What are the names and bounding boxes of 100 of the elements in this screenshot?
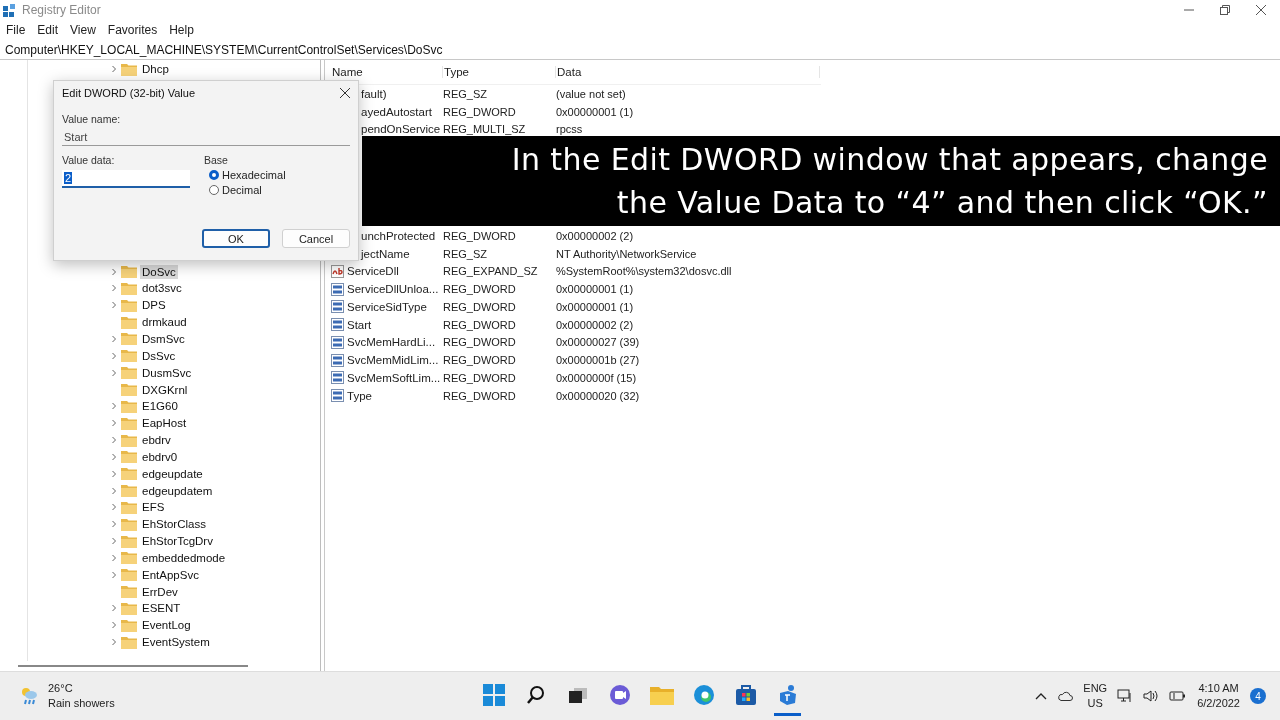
binary-value-icon [331,335,344,349]
language[interactable]: ENG [1083,681,1108,696]
registry-icon [3,3,16,17]
menu-item[interactable]: View [70,23,96,37]
close-icon[interactable] [1256,5,1266,15]
column-header[interactable]: Name [331,66,443,78]
chevron-icon[interactable] [110,65,118,74]
tree-item[interactable]: DusmSvc [140,365,194,380]
weather-text: Rain showers [48,696,115,711]
tree-item[interactable]: DoSvc [140,264,178,279]
value-data: 0x00000002 (2) [556,229,635,242]
group-label: Base [204,154,229,166]
tree-item[interactable]: edgeupdate [140,466,205,481]
cloud-icon[interactable] [1057,691,1074,701]
folder-icon [121,383,137,396]
tree-item[interactable]: EventLog [140,618,193,633]
tree-item[interactable]: edgeupdatem [140,483,215,498]
tree-item[interactable]: EhStorTcgDrv [140,534,215,549]
dialog-title: Edit DWORD (32-bit) Value [62,87,196,99]
value-name[interactable]: SvcMemHardLi... [331,335,443,349]
value-type: REG_DWORD [443,283,517,296]
tree-item[interactable]: ESENT [140,601,183,616]
chevron-icon[interactable] [110,368,118,377]
value-data: 0x0000000f (15) [556,371,638,384]
tree-item[interactable]: EFS [140,500,167,515]
value-name[interactable]: ServiceDllUnloa... [331,282,443,296]
chevron-icon[interactable] [110,301,118,310]
tree-item[interactable]: DPS [140,298,168,313]
chevron-icon[interactable] [110,402,118,411]
clock-date[interactable]: 6/2/2022 [1197,696,1240,711]
value-name[interactable]: Type [331,389,443,403]
tree-item[interactable]: DsSvc [140,348,178,363]
column-header[interactable]: Type [443,66,556,78]
chevron-icon[interactable] [110,351,118,360]
chevron-icon[interactable] [110,486,118,495]
radio-button[interactable] [209,170,219,180]
value-name[interactable]: ServiceSidType [331,300,443,314]
tree-item[interactable]: DsmSvc [140,332,187,346]
value-name[interactable]: SvcMemMidLim... [331,353,443,367]
tree-item[interactable]: EapHost [140,416,189,431]
binary-value-icon [331,353,344,367]
column-header[interactable]: Data [556,66,820,78]
menu-item[interactable]: File [6,23,26,37]
chevron-icon[interactable] [110,335,118,343]
chevron-icon[interactable] [110,621,118,630]
tree-item[interactable]: E1G60 [140,399,180,414]
chevron-icon[interactable] [110,469,118,478]
notification-badge[interactable]: 4 [1250,688,1266,704]
close-icon[interactable] [340,88,350,98]
cancel-button[interactable]: Cancel [282,229,350,248]
chevron-icon[interactable] [110,436,118,445]
chevron-up-icon[interactable] [1035,692,1048,700]
clock-time[interactable]: 4:10 AM [1198,681,1239,696]
tree-item[interactable]: drmkaud [140,315,189,330]
ok-button[interactable]: OK [202,229,270,248]
value-data: (value not set) [556,87,627,100]
chevron-icon[interactable] [110,570,118,579]
value-data-field[interactable]: 2 [62,170,190,188]
menu-item[interactable]: Edit [37,23,59,37]
tree-item[interactable]: ebdrv [140,433,173,448]
tree-item[interactable]: EhStorClass [140,517,208,532]
value-data: 0x0000001b (27) [556,354,641,367]
chevron-icon[interactable] [110,419,118,428]
volume-icon[interactable] [1143,689,1160,703]
chevron-icon[interactable] [110,604,118,613]
tree-item[interactable]: EntAppSvc [140,567,201,582]
value-name[interactable]: SvcMemSoftLim... [331,371,443,385]
tree-item[interactable]: DXGKrnl [140,382,190,397]
value-type: REG_EXPAND_SZ [443,265,539,278]
chevron-icon[interactable] [110,284,118,293]
field-label: Value name: [62,113,122,125]
menu-item[interactable]: Help [169,23,194,37]
chevron-icon[interactable] [110,267,118,276]
region[interactable]: US [1087,696,1103,711]
battery-icon[interactable] [1169,690,1188,702]
tree-item[interactable]: Dhcp [140,62,171,77]
chevron-icon[interactable] [110,520,118,529]
value-type: REG_DWORD [443,336,517,349]
scrollbar-thumb[interactable] [18,665,248,667]
tree-item[interactable]: ErrDev [140,584,180,599]
tree-item[interactable]: ebdrv0 [140,449,180,464]
menu-item[interactable]: Favorites [107,23,158,37]
caption-text: In the Edit DWORD window that appears, change [511,141,1268,179]
chevron-icon[interactable] [110,503,118,512]
value-name[interactable]: Start [331,318,443,332]
binary-value-icon [331,300,344,314]
restore-icon[interactable] [1220,5,1230,15]
value-name[interactable]: ServiceDll [331,264,443,278]
radio-button[interactable] [209,185,219,195]
chevron-icon[interactable] [110,452,118,461]
tree-item[interactable]: embeddedmode [140,550,228,565]
tree-item[interactable]: EventSystem [140,635,212,650]
chevron-icon[interactable] [110,553,118,562]
tree-item[interactable]: dot3svc [140,281,184,296]
address-bar[interactable]: Computer\HKEY_LOCAL_MACHINE\SYSTEM\CurrentControlSet\Services\DoSvc [0,40,1280,60]
value-data: 0x00000020 (32) [556,389,641,402]
chevron-icon[interactable] [110,537,118,546]
network-icon[interactable] [1117,688,1134,704]
chevron-icon[interactable] [110,638,118,647]
value-data: 0x00000001 (1) [556,105,635,118]
